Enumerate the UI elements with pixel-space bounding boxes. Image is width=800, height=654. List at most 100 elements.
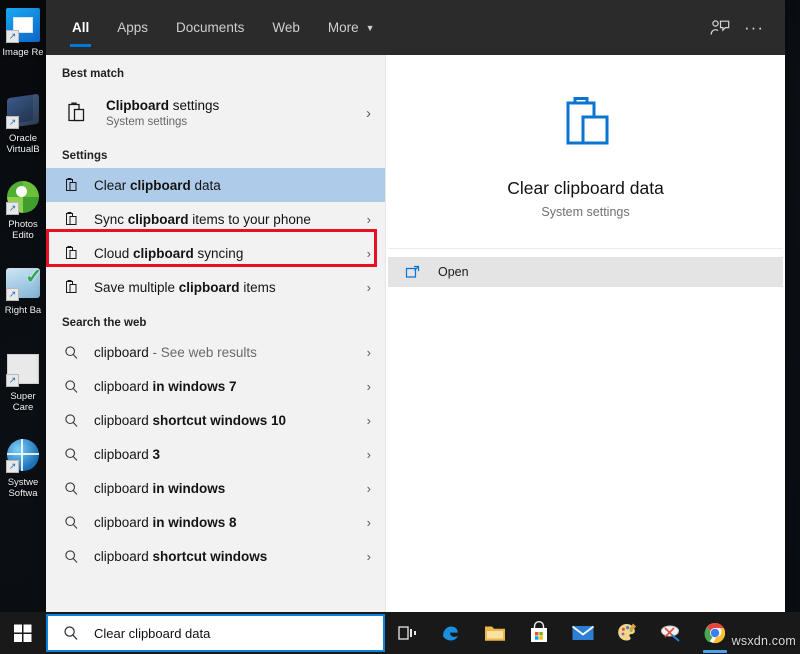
feedback-icon[interactable] bbox=[703, 11, 737, 45]
settings-heading: Settings bbox=[62, 150, 108, 162]
open-action-label: Open bbox=[438, 265, 469, 279]
microsoft-store-button[interactable] bbox=[517, 612, 561, 654]
desktop-icon-right-backup[interactable]: ↗ Right Ba bbox=[0, 264, 46, 348]
desktop-icon-label: Right Ba bbox=[4, 305, 42, 316]
more-options-icon[interactable]: ··· bbox=[737, 11, 771, 45]
search-input[interactable]: Clear clipboard data bbox=[94, 626, 210, 641]
clipboard-icon bbox=[62, 177, 81, 193]
snipping-tool-button[interactable] bbox=[649, 612, 693, 654]
label-bold: in windows 8 bbox=[152, 514, 237, 530]
chevron-right-icon[interactable]: › bbox=[366, 105, 375, 122]
search-icon bbox=[62, 549, 81, 564]
web-result-clipboard-in-windows-8[interactable]: clipboard in windows 8 › bbox=[46, 505, 385, 539]
desktop-icon-label: Photos Edito bbox=[8, 219, 38, 241]
tab-label: Web bbox=[272, 20, 300, 35]
right-backup-icon: ↗ bbox=[4, 264, 42, 302]
label-bold: shortcut windows bbox=[152, 548, 268, 564]
web-result-clipboard-in-windows-7[interactable]: clipboard in windows 7 › bbox=[46, 369, 385, 403]
web-result-clipboard-shortcut-windows[interactable]: clipboard shortcut windows › bbox=[46, 539, 385, 573]
mail-button[interactable] bbox=[561, 612, 605, 654]
search-the-web-heading: Search the web bbox=[62, 317, 147, 329]
search-icon bbox=[62, 413, 81, 428]
desktop-icon-oracle-virtualbox[interactable]: ↗ Oracle VirtualB bbox=[0, 92, 46, 176]
shortcut-arrow-badge: ↗ bbox=[6, 288, 19, 301]
open-action-button[interactable]: Open bbox=[388, 257, 783, 287]
chevron-right-icon[interactable]: › bbox=[367, 280, 375, 295]
settings-item-label: Cloud clipboard syncing bbox=[94, 246, 367, 261]
mail-icon bbox=[571, 625, 595, 640]
search-icon bbox=[62, 345, 81, 360]
chevron-right-icon[interactable]: › bbox=[367, 379, 375, 394]
windows-start-icon bbox=[14, 624, 32, 642]
task-view-button[interactable] bbox=[385, 612, 429, 654]
taskbar-search-box[interactable]: Clear clipboard data bbox=[46, 614, 385, 652]
desktop-icon-label: Super Care bbox=[10, 391, 36, 413]
chevron-right-icon[interactable]: › bbox=[367, 345, 375, 360]
chevron-right-icon[interactable]: › bbox=[367, 246, 375, 261]
desktop-icon-super-care[interactable]: ↗ Super Care bbox=[0, 350, 46, 434]
web-result-clipboard-in-windows[interactable]: clipboard in windows › bbox=[46, 471, 385, 505]
web-result-label: clipboard shortcut windows bbox=[94, 549, 367, 564]
settings-item-sync-clipboard-items[interactable]: Sync clipboard items to your phone › bbox=[46, 202, 385, 236]
web-result-clipboard-shortcut-windows-10[interactable]: clipboard shortcut windows 10 › bbox=[46, 403, 385, 437]
file-explorer-button[interactable] bbox=[473, 612, 517, 654]
taskbar: Clear clipboard data wsxdn.com bbox=[0, 612, 800, 654]
chevron-right-icon[interactable]: › bbox=[367, 549, 375, 564]
tab-documents[interactable]: Documents bbox=[162, 0, 258, 55]
preview-divider bbox=[388, 248, 783, 249]
microsoft-edge-button[interactable] bbox=[429, 612, 473, 654]
desktop-icon-image-resizer[interactable]: ↗ Image Re bbox=[0, 6, 46, 90]
chevron-right-icon[interactable]: › bbox=[367, 481, 375, 496]
settings-item-save-multiple-clipboard-items[interactable]: Save multiple clipboard items › bbox=[46, 270, 385, 304]
web-result-clipboard-3[interactable]: clipboard 3 › bbox=[46, 437, 385, 471]
microsoft-store-icon bbox=[531, 621, 547, 642]
chevron-right-icon[interactable]: › bbox=[367, 212, 375, 227]
label-bold: 3 bbox=[152, 446, 161, 462]
paint-icon bbox=[618, 623, 637, 641]
watermark: wsxdn.com bbox=[731, 634, 796, 648]
desktop-icon-systweak-software[interactable]: ↗ Systwe Softwa bbox=[0, 436, 46, 520]
tab-more[interactable]: More ▼ bbox=[314, 0, 389, 55]
tab-web[interactable]: Web bbox=[258, 0, 314, 55]
shortcut-arrow-badge: ↗ bbox=[6, 116, 19, 129]
label-pre: Save multiple bbox=[94, 279, 179, 295]
label-dim: - See web results bbox=[148, 344, 257, 360]
task-view-icon bbox=[398, 626, 416, 640]
label-pre: clipboard bbox=[94, 514, 153, 530]
paint-button[interactable] bbox=[605, 612, 649, 654]
label-pre: clipboard bbox=[94, 480, 153, 496]
settings-item-cloud-clipboard-syncing[interactable]: Cloud clipboard syncing › bbox=[46, 236, 385, 270]
desktop-icon-label: Systwe Softwa bbox=[7, 477, 39, 499]
best-match-text: Clipboard settings System settings bbox=[106, 97, 366, 130]
chevron-right-icon[interactable]: › bbox=[367, 515, 375, 530]
tab-all[interactable]: All bbox=[58, 0, 103, 55]
label-pre: Cloud bbox=[94, 245, 134, 261]
label-pre: clipboard bbox=[94, 412, 153, 428]
label-pre: clipboard bbox=[94, 548, 153, 564]
preview-hero: Clear clipboard data System settings bbox=[386, 55, 785, 248]
chevron-right-icon[interactable]: › bbox=[367, 447, 375, 462]
label-bold: clipboard bbox=[127, 211, 189, 227]
label-post: syncing bbox=[193, 245, 244, 261]
label-bold: shortcut windows 10 bbox=[152, 412, 287, 428]
settings-item-clear-clipboard-data[interactable]: Clear clipboard data bbox=[46, 168, 385, 202]
tab-apps[interactable]: Apps bbox=[103, 0, 162, 55]
desktop-icon-photos-editor[interactable]: ↗ Photos Edito bbox=[0, 178, 46, 262]
clipboard-icon bbox=[62, 245, 81, 261]
desktop-icon-column: ↗ Image Re ↗ Oracle VirtualB ↗ Photos Ed… bbox=[0, 0, 46, 612]
best-match-item[interactable]: Clipboard settings System settings › bbox=[46, 86, 385, 140]
web-result-clipboard[interactable]: clipboard - See web results › bbox=[46, 335, 385, 369]
google-chrome-button[interactable] bbox=[693, 612, 737, 654]
google-chrome-icon bbox=[704, 622, 726, 644]
open-external-icon bbox=[402, 265, 422, 279]
chevron-right-icon[interactable]: › bbox=[367, 413, 375, 428]
image-resizer-icon: ↗ bbox=[4, 6, 42, 44]
label-bold: in windows 7 bbox=[152, 378, 237, 394]
snipping-tool-icon bbox=[661, 625, 680, 642]
clipboard-icon bbox=[62, 211, 81, 227]
clipboard-icon bbox=[552, 91, 620, 164]
results-panel: Best match Clipboard settings System set… bbox=[46, 55, 385, 612]
start-button[interactable] bbox=[0, 612, 46, 654]
search-flyout: All Apps Documents Web More ▼ ··· Best m… bbox=[46, 0, 785, 612]
best-match-title: Clipboard settings bbox=[106, 97, 366, 114]
